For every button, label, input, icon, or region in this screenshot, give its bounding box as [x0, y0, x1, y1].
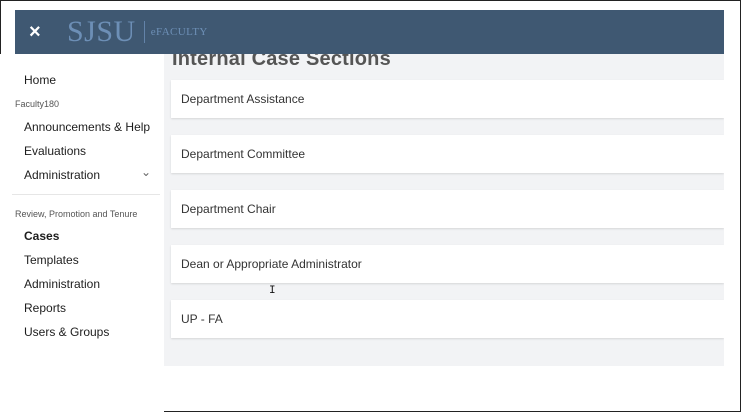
sidebar-item-home[interactable]: Home	[24, 73, 56, 87]
chevron-down-icon[interactable]: ⌄	[141, 165, 151, 179]
sidebar-item-users-groups[interactable]: Users & Groups	[24, 325, 109, 339]
sidebar-section-faculty180: Faculty180	[15, 99, 60, 109]
section-card-label: Department Assistance	[181, 92, 305, 106]
sidebar-item-reports[interactable]: Reports	[24, 301, 66, 315]
section-card-dean-administrator[interactable]: Dean or Appropriate Administrator	[171, 245, 724, 283]
efaculty-logo-text: eFACULTY	[150, 26, 208, 38]
close-icon[interactable]: ×	[29, 22, 51, 42]
section-card-department-committee[interactable]: Department Committee	[171, 135, 724, 173]
text-cursor-icon: I	[269, 285, 276, 297]
page-title: Internal Case Sections	[172, 54, 391, 70]
section-card-label: UP - FA	[181, 312, 223, 326]
section-card-up-fa[interactable]: UP - FA	[171, 300, 724, 338]
top-bar: × SJSU eFACULTY	[15, 10, 724, 54]
sidebar-item-rpt-administration[interactable]: Administration	[24, 277, 100, 291]
sidebar-item-evaluations[interactable]: Evaluations	[24, 144, 86, 158]
section-card-label: Department Committee	[181, 147, 306, 161]
section-card-label: Dean or Appropriate Administrator	[181, 257, 362, 271]
sidebar-section-rpt: Review, Promotion and Tenure	[15, 209, 138, 219]
sidebar-item-administration[interactable]: Administration	[24, 168, 100, 182]
sidebar-divider	[12, 194, 160, 195]
sidebar-item-cases[interactable]: Cases	[24, 229, 59, 243]
logo-divider	[143, 21, 145, 43]
sidebar-item-announcements-help[interactable]: Announcements & Help	[24, 120, 150, 134]
section-card-department-assistance[interactable]: Department Assistance	[171, 80, 724, 118]
section-card-department-chair[interactable]: Department Chair	[171, 190, 724, 228]
sidebar-item-templates[interactable]: Templates	[24, 253, 79, 267]
main-content: Internal Case Sections Department Assist…	[164, 54, 724, 366]
sjsu-logo[interactable]: SJSU	[67, 15, 136, 49]
section-card-label: Department Chair	[181, 202, 276, 216]
sidebar: Home Faculty180 Announcements & Help Eva…	[0, 54, 164, 412]
